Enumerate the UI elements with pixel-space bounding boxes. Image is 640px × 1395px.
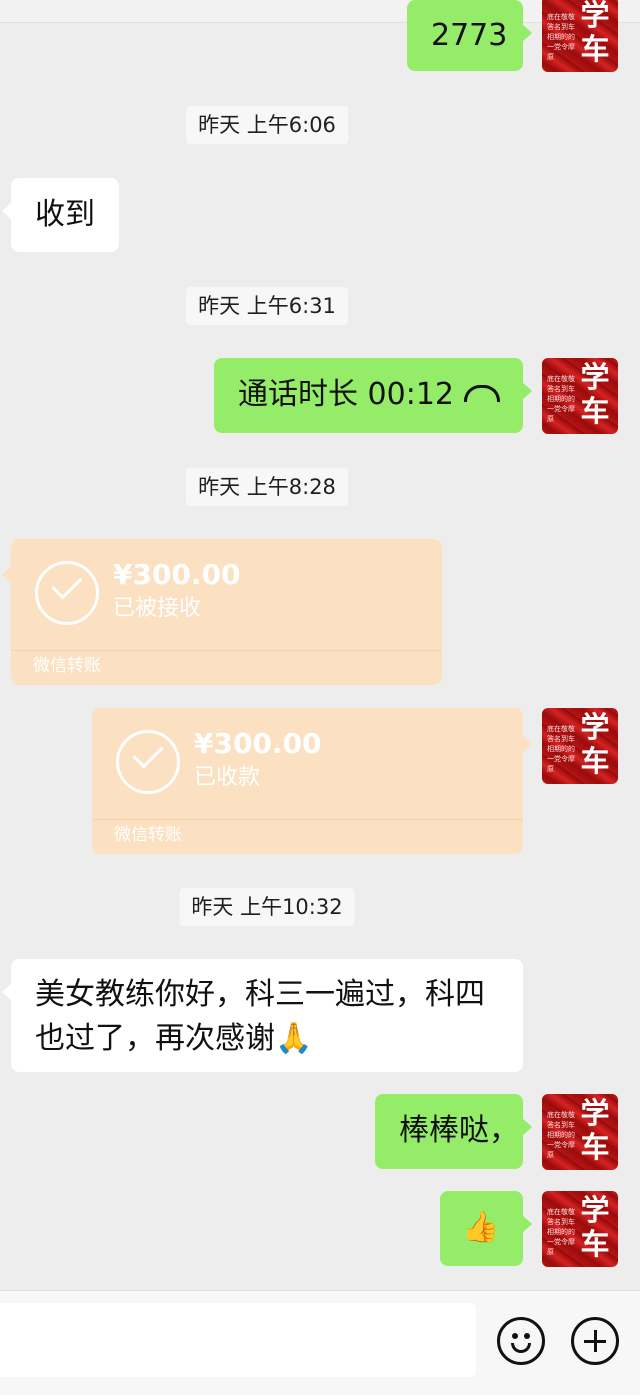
emoji-eye xyxy=(524,1333,530,1339)
divider xyxy=(92,819,523,820)
transfer-brand: 微信转账 xyxy=(33,656,101,676)
divider xyxy=(11,650,442,651)
timestamp: 昨天 上午8:28 xyxy=(186,468,348,506)
check-circle-icon xyxy=(35,561,99,625)
self-avatar[interactable]: 底在敬敬答名到车相期的的一党令摩原 学车 xyxy=(542,1094,618,1170)
message-input[interactable] xyxy=(0,1303,476,1377)
transfer-amount: ¥300.00 xyxy=(194,727,322,760)
thumbs-up-emoji: 👍 xyxy=(462,1210,500,1245)
emoji-eye xyxy=(512,1333,518,1339)
self-avatar[interactable]: 底在敬敬答名到车相期的的一党令摩原 学车 xyxy=(542,1191,618,1267)
transfer-card[interactable]: ¥300.00 已被接收 微信转账 xyxy=(2,539,442,685)
message-text: 2773 xyxy=(431,18,508,53)
transfer-amount: ¥300.00 xyxy=(113,558,241,591)
check-circle-icon xyxy=(116,730,180,794)
call-duration-text: 通话时长 00:12 xyxy=(238,377,454,412)
self-avatar[interactable]: 底在敬敬答名到车相期的的一党令摩原 学车 xyxy=(542,708,618,784)
transfer-status: 已被接收 xyxy=(113,596,202,621)
emoji-mouth xyxy=(511,1343,531,1353)
message-text-line: 也过了，再次感谢🙏 xyxy=(35,1021,313,1056)
emoji-icon[interactable] xyxy=(497,1317,545,1365)
timestamp: 昨天 上午10:32 xyxy=(179,888,355,926)
timestamp: 昨天 上午6:06 xyxy=(186,106,348,144)
message-bubble[interactable]: 2773 xyxy=(407,0,532,71)
voice-call-message[interactable]: 通话时长 00:12 xyxy=(214,358,532,433)
message-text-line: 美女教练你好，科三一遍过，科四 xyxy=(35,977,485,1012)
timestamp: 昨天 上午6:31 xyxy=(186,287,348,325)
message-text: 棒棒哒， xyxy=(399,1113,519,1148)
chat-area[interactable]: 2773 底在敬敬答名到车相期的的一党令摩原 学车 昨天 上午6:06 收到 昨… xyxy=(0,0,640,1290)
transfer-status: 已收款 xyxy=(194,765,261,790)
hang-up-icon xyxy=(464,385,500,402)
message-text: 收到 xyxy=(35,197,95,232)
input-bar xyxy=(0,1290,640,1395)
transfer-brand: 微信转账 xyxy=(114,825,182,845)
message-bubble[interactable]: 👍 xyxy=(440,1191,532,1266)
plus-icon[interactable] xyxy=(571,1317,619,1365)
self-avatar[interactable]: 底在敬敬答名到车相期的的一党令摩原 学车 xyxy=(542,358,618,434)
message-bubble[interactable]: 收到 xyxy=(2,178,119,252)
message-bubble[interactable]: 美女教练你好，科三一遍过，科四 也过了，再次感谢🙏 xyxy=(2,959,523,1072)
message-bubble[interactable]: 棒棒哒， xyxy=(375,1094,532,1169)
self-avatar[interactable]: 底在敬敬答名到车相期的的一党令摩原 学车 xyxy=(542,0,618,72)
transfer-card[interactable]: ¥300.00 已收款 微信转账 xyxy=(92,708,532,854)
